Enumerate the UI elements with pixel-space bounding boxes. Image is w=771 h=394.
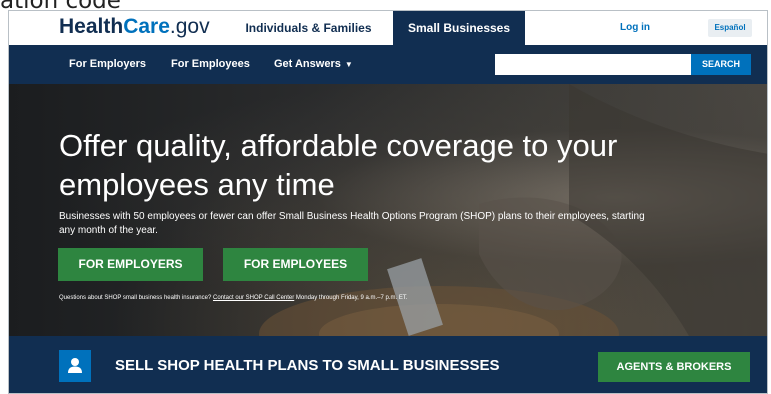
- for-employees-button[interactable]: FOR EMPLOYEES: [223, 248, 368, 281]
- hero-banner: Offer quality, affordable coverage to yo…: [9, 84, 767, 336]
- agents-brokers-button[interactable]: AGENTS & BROKERS: [598, 352, 750, 382]
- healthcare-gov-logo[interactable]: HealthCare.gov: [59, 15, 210, 39]
- logo-part-gov: .gov: [169, 15, 210, 38]
- nav-get-answers-label: Get Answers: [274, 58, 341, 70]
- secondary-nav: For Employers For Employees Get Answers ▼…: [9, 45, 767, 84]
- nav-for-employees[interactable]: For Employees: [171, 45, 250, 84]
- hero-question-text: Questions about SHOP small business heal…: [59, 295, 408, 301]
- tab-small-businesses[interactable]: Small Businesses: [393, 11, 525, 45]
- logo-part-health: Health: [59, 15, 124, 38]
- top-bar: HealthCare.gov Individuals & Families Sm…: [9, 11, 767, 45]
- search-input[interactable]: [495, 54, 691, 75]
- question-suffix: Monday through Friday, 9 a.m.–7 p.m. ET.: [294, 295, 408, 301]
- person-icon: [59, 350, 91, 382]
- nav-for-employers[interactable]: For Employers: [69, 45, 146, 84]
- hero-subtitle: Businesses with 50 employees or fewer ca…: [59, 211, 645, 236]
- nav-get-answers[interactable]: Get Answers ▼: [274, 45, 353, 84]
- language-toggle-button[interactable]: Español: [708, 19, 752, 37]
- search-button[interactable]: SEARCH: [691, 54, 751, 75]
- shop-call-center-link[interactable]: Contact our SHOP Call Center: [213, 295, 294, 301]
- for-employers-button[interactable]: FOR EMPLOYERS: [58, 248, 203, 281]
- question-prefix: Questions about SHOP small business heal…: [59, 295, 213, 301]
- hero-title: Offer quality, affordable coverage to yo…: [59, 128, 618, 202]
- caret-down-icon: ▼: [344, 60, 353, 69]
- login-link[interactable]: Log in: [605, 11, 665, 45]
- browser-viewport: HealthCare.gov Individuals & Families Sm…: [8, 10, 768, 394]
- tab-individuals-families[interactable]: Individuals & Families: [230, 11, 387, 45]
- band-title: SELL SHOP HEALTH PLANS TO SMALL BUSINESS…: [115, 357, 500, 374]
- logo-part-care: Care: [123, 15, 170, 38]
- agents-brokers-band: SELL SHOP HEALTH PLANS TO SMALL BUSINESS…: [9, 336, 767, 393]
